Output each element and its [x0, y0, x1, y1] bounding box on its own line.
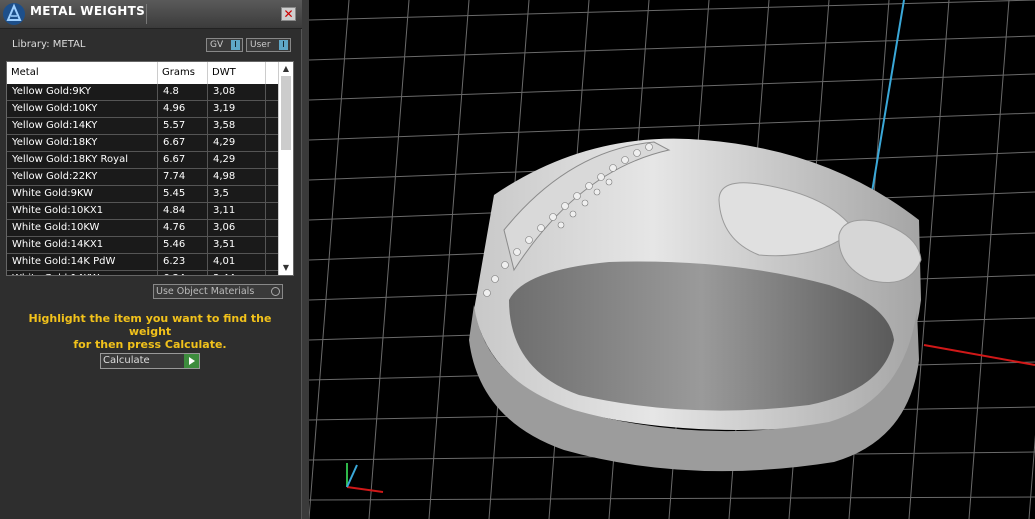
cell-grams: 5.57 [158, 118, 208, 134]
cell-grams: 6.67 [158, 135, 208, 151]
calculate-label: Calculate [103, 355, 150, 366]
scroll-up-icon[interactable]: ▲ [281, 64, 291, 74]
user-label: User [250, 40, 271, 50]
cell-metal: White Gold:14KX1 [7, 237, 158, 253]
cell-dwt: 4,29 [208, 152, 266, 168]
gv-indicator-icon: I [231, 40, 240, 50]
column-header-grams[interactable]: Grams [158, 62, 208, 84]
use-object-materials-label: Use Object Materials [156, 286, 255, 297]
metal-weights-panel: METAL WEIGHTS ✕ Library: METAL GV I User… [0, 0, 302, 519]
table-row[interactable]: White Gold:9KW 5.45 3,5 [7, 186, 279, 203]
cell-dwt: 4,98 [208, 169, 266, 185]
cell-metal: Yellow Gold:9KY [7, 84, 158, 100]
cell-grams: 7.74 [158, 169, 208, 185]
cell-dwt: 3,11 [208, 203, 266, 219]
hint-line-1: Highlight the item you want to find the … [28, 312, 272, 338]
table-row[interactable]: White Gold:14KW6.343,44 [7, 271, 279, 275]
cell-dwt: 3,5 [208, 186, 266, 202]
calculate-button[interactable]: Calculate [100, 353, 200, 369]
cell-metal: Yellow Gold:14KY [7, 118, 158, 134]
cell-metal: Yellow Gold:18KY Royal [7, 152, 158, 168]
column-header-dwt[interactable]: DWT [208, 62, 266, 84]
gv-toggle[interactable]: GV I [206, 38, 243, 52]
cell-grams: 5.46 [158, 237, 208, 253]
panel-title: METAL WEIGHTS [30, 4, 146, 18]
cell-dwt: 3,08 [208, 84, 266, 100]
axis-gizmo-icon [346, 463, 384, 493]
cell-grams: 4.76 [158, 220, 208, 236]
cell-dwt: 3,44 [208, 271, 266, 275]
play-icon[interactable] [184, 354, 199, 368]
radio-icon[interactable] [271, 287, 280, 296]
cell-grams: 6.67 [158, 152, 208, 168]
cell-metal: White Gold:10KX1 [7, 203, 158, 219]
library-label: Library: METAL [12, 39, 86, 50]
title-separator [146, 4, 147, 24]
ring-model[interactable] [469, 138, 922, 472]
user-toggle[interactable]: User I [246, 38, 291, 52]
cell-metal: Yellow Gold:18KY [7, 135, 158, 151]
hint-line-2: for then press Calculate. [73, 338, 227, 351]
cell-metal: White Gold:14KW [7, 271, 158, 275]
cell-dwt: 3,06 [208, 220, 266, 236]
cell-dwt: 3,19 [208, 101, 266, 117]
close-button[interactable]: ✕ [281, 7, 296, 21]
table-row[interactable]: Yellow Gold:22KY 7.74 4,98 [7, 169, 279, 186]
table-row[interactable]: White Gold:14KX1 5.46 3,51 [7, 237, 279, 254]
scroll-down-icon[interactable]: ▼ [281, 263, 291, 273]
viewport-canvas [309, 0, 1035, 519]
table-row[interactable]: White Gold:10KW 4.76 3,06 [7, 220, 279, 237]
cell-dwt: 3,58 [208, 118, 266, 134]
cell-grams: 6.34 [158, 271, 208, 275]
cell-metal: White Gold:10KW [7, 220, 158, 236]
cell-dwt: 4,29 [208, 135, 266, 151]
table-row[interactable]: Yellow Gold:14KY 5.57 3,58 [7, 118, 279, 135]
cell-grams: 6.23 [158, 254, 208, 270]
table-row[interactable]: Yellow Gold:18KY 6.67 4,29 [7, 135, 279, 152]
cell-grams: 5.45 [158, 186, 208, 202]
table-header: Metal Grams DWT [7, 62, 279, 84]
cell-grams: 4.96 [158, 101, 208, 117]
cell-grams: 4.84 [158, 203, 208, 219]
cell-metal: White Gold:9KW [7, 186, 158, 202]
metal-table: Metal Grams DWT Yellow Gold:9KY 4.8 3,08 Ye… [6, 61, 294, 276]
cell-dwt: 4,01 [208, 254, 266, 270]
3d-viewport[interactable] [309, 0, 1035, 519]
table-body: Yellow Gold:9KY 4.8 3,08 Yellow Gold:10KY 4.… [7, 84, 279, 275]
panel-divider[interactable] [302, 0, 309, 519]
table-row[interactable]: White Gold:10KX1 4.84 3,11 [7, 203, 279, 220]
instruction-text: Highlight the item you want to find the … [8, 312, 292, 351]
table-row[interactable]: Yellow Gold:10KY 4.96 3,19 [7, 101, 279, 118]
panel-titlebar[interactable]: METAL WEIGHTS ✕ [0, 0, 302, 29]
cell-metal: Yellow Gold:10KY [7, 101, 158, 117]
scroll-thumb[interactable] [281, 76, 291, 150]
gv-label: GV [210, 40, 224, 50]
column-header-metal[interactable]: Metal [7, 62, 158, 84]
table-row[interactable]: Yellow Gold:9KY 4.8 3,08 [7, 84, 279, 101]
x-axis-line [923, 344, 1035, 366]
cell-dwt: 3,51 [208, 237, 266, 253]
table-scrollbar[interactable]: ▲ ▼ [278, 62, 293, 275]
use-object-materials-option[interactable]: Use Object Materials [153, 284, 283, 299]
table-row[interactable]: White Gold:14K PdW 6.23 4,01 [7, 254, 279, 271]
table-row[interactable]: Yellow Gold:18KY Royal 6.67 4,29 [7, 152, 279, 169]
app-logo-icon [3, 3, 25, 25]
cell-metal: White Gold:14K PdW [7, 254, 158, 270]
cell-grams: 4.8 [158, 84, 208, 100]
cell-metal: Yellow Gold:22KY [7, 169, 158, 185]
user-indicator-icon: I [279, 40, 288, 50]
